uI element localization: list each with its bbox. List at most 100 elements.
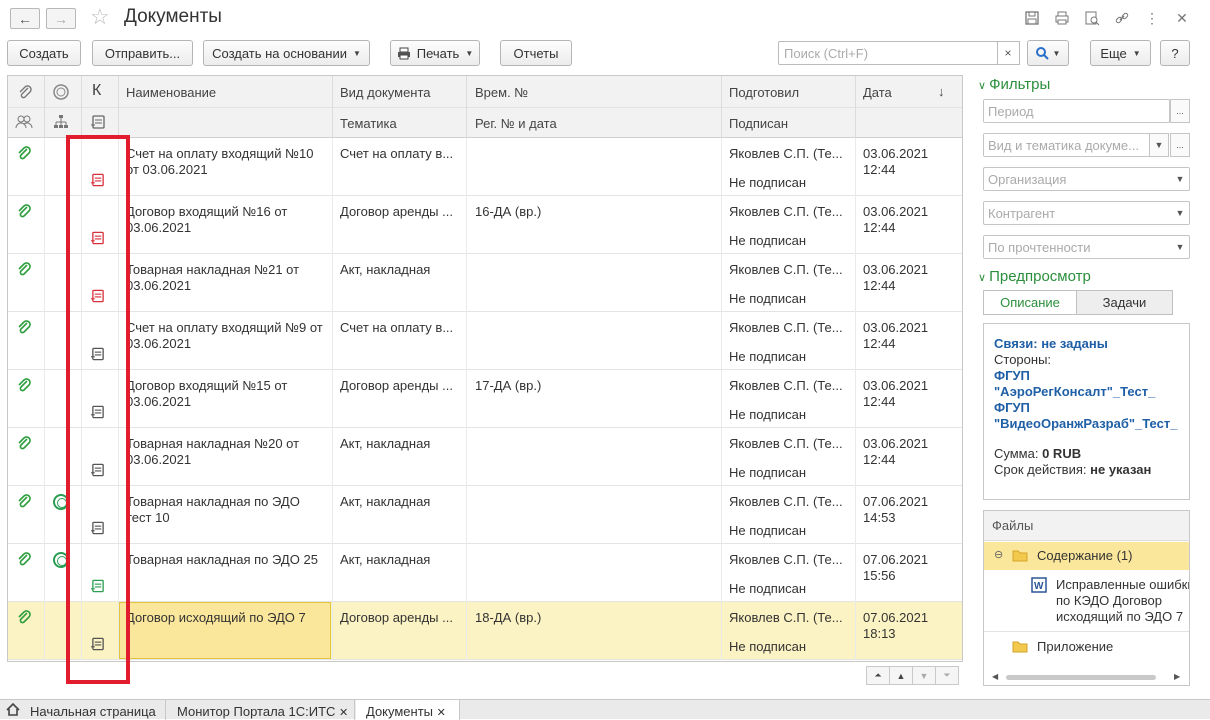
- read-status-filter[interactable]: По прочтенности: [983, 235, 1190, 259]
- prepared-by: Яковлев С.П. (Те...: [729, 436, 843, 451]
- organization-filter[interactable]: Организация: [983, 167, 1190, 191]
- document-column-icon[interactable]: [91, 115, 106, 129]
- party2-line2[interactable]: "ВидеоОранжРазраб"_Тест_: [994, 416, 1179, 432]
- chevron-down-icon[interactable]: ▼: [1170, 167, 1190, 191]
- table-row[interactable]: Счет на оплату входящий №9 от 03.06.2021…: [8, 312, 962, 370]
- print-button[interactable]: Печать ▼: [390, 40, 480, 66]
- table-row[interactable]: Договор входящий №15 от 03.06.2021 Догово…: [8, 370, 962, 428]
- forward-button[interactable]: →: [46, 8, 76, 29]
- tab-documents[interactable]: Документы ✕: [356, 700, 460, 720]
- chevron-down-icon[interactable]: ▼: [1170, 201, 1190, 225]
- prepared-by: Яковлев С.П. (Те...: [729, 494, 843, 509]
- save-icon[interactable]: [1022, 8, 1042, 28]
- next-page-button[interactable]: ▼: [912, 666, 936, 685]
- temp-number: 18-ДА (вр.): [475, 610, 542, 625]
- doc-type: Договор аренды ...: [340, 204, 453, 219]
- tab-monitor[interactable]: Монитор Портала 1С:ИТС ✕: [167, 700, 355, 720]
- regnum-column-header[interactable]: Рег. № и дата: [475, 116, 557, 131]
- last-page-button[interactable]: ⏷: [935, 666, 959, 685]
- doctype-dropdown-button[interactable]: ▼: [1149, 133, 1169, 157]
- doc-name: Товарная накладная по ЭДО тест 10: [126, 494, 300, 525]
- doc-time: 12:44: [863, 336, 896, 351]
- doctype-select-button[interactable]: ...: [1170, 133, 1190, 157]
- period-placeholder: Период: [988, 104, 1034, 119]
- signed-column-header[interactable]: Подписан: [729, 116, 788, 131]
- tab-tasks[interactable]: Задачи: [1076, 290, 1173, 315]
- link-icon[interactable]: [1112, 8, 1132, 28]
- topic-column-header[interactable]: Тематика: [340, 116, 397, 131]
- tempnum-column-header[interactable]: Врем. №: [475, 85, 528, 100]
- hierarchy-icon[interactable]: [53, 114, 69, 130]
- party1-line1[interactable]: ФГУП: [994, 368, 1179, 384]
- more-button[interactable]: Еще ▼: [1090, 40, 1151, 66]
- tab-home[interactable]: Начальная страница: [0, 700, 166, 720]
- table-row[interactable]: Товарная накладная №20 от 03.06.2021 Акт,…: [8, 428, 962, 486]
- table-row[interactable]: Счет на оплату входящий №10 от 03.06.202…: [8, 138, 962, 196]
- status-column-icon[interactable]: [53, 84, 69, 100]
- close-icon[interactable]: ✕: [339, 707, 348, 719]
- back-button[interactable]: ←: [10, 8, 40, 29]
- table-row[interactable]: Товарная накладная №21 от 03.06.2021 Акт,…: [8, 254, 962, 312]
- create-based-button[interactable]: Создать на основании ▼: [203, 40, 370, 66]
- tab-tasks-label: Задачи: [1102, 295, 1147, 310]
- table-row[interactable]: Договор исходящий по ЭДО 7 Договор аренды…: [8, 602, 962, 660]
- bottom-tab-bar: Начальная страница Монитор Портала 1С:ИТ…: [0, 699, 1210, 720]
- party2-line1[interactable]: ФГУП: [994, 400, 1179, 416]
- signed-status: Не подписан: [729, 465, 807, 480]
- sort-arrow-icon[interactable]: ↓: [938, 84, 945, 99]
- create-button[interactable]: Создать: [7, 40, 81, 66]
- horizontal-scrollbar[interactable]: [1006, 675, 1156, 680]
- clear-search-button[interactable]: ×: [997, 41, 1020, 65]
- scroll-left-icon[interactable]: ◀: [992, 672, 998, 681]
- table-row[interactable]: Товарная накладная по ЭДО тест 10 Акт, на…: [8, 486, 962, 544]
- close-icon[interactable]: ✕: [1172, 8, 1192, 28]
- attachment-column-icon[interactable]: [17, 84, 33, 100]
- signed-status: Не подписан: [729, 349, 807, 364]
- chevron-down-icon[interactable]: ▼: [1170, 235, 1190, 259]
- date-column-header[interactable]: Дата: [863, 85, 892, 100]
- send-button[interactable]: Отправить...: [92, 40, 193, 66]
- doctype-column-header[interactable]: Вид документа: [340, 85, 431, 100]
- search-input[interactable]: Поиск (Ctrl+F): [778, 41, 998, 65]
- period-select-button[interactable]: ...: [1170, 99, 1190, 123]
- prepared-column-header[interactable]: Подготовил: [729, 85, 799, 100]
- signed-status: Не подписан: [729, 233, 807, 248]
- prev-page-button[interactable]: ▲: [889, 666, 913, 685]
- temp-number: 17-ДА (вр.): [475, 378, 542, 393]
- close-icon[interactable]: ✕: [437, 707, 446, 719]
- appendix-folder-label[interactable]: Приложение: [1037, 639, 1113, 654]
- party1-line2[interactable]: "АэроРегКонсалт"_Тест_: [994, 384, 1179, 400]
- documents-table: К Наименование Вид документа Врем. № Под…: [7, 75, 963, 662]
- scroll-right-icon[interactable]: ▶: [1174, 672, 1180, 681]
- table-row[interactable]: Товарная накладная по ЭДО 25 Акт, накладн…: [8, 544, 962, 602]
- doctype-filter[interactable]: Вид и тематика докуме...: [983, 133, 1150, 157]
- print-icon[interactable]: [1052, 8, 1072, 28]
- search-button[interactable]: ▼: [1027, 40, 1069, 66]
- doc-name: Договор входящий №16 от 03.06.2021: [126, 204, 288, 235]
- users-icon[interactable]: [15, 114, 33, 130]
- first-page-button[interactable]: ⏶: [866, 666, 890, 685]
- chevron-down-icon: ▼: [1132, 48, 1141, 58]
- filters-section-title[interactable]: ∨ Фильтры: [978, 76, 1050, 93]
- table-row[interactable]: Договор входящий №16 от 03.06.2021 Догово…: [8, 196, 962, 254]
- reports-button[interactable]: Отчеты: [500, 40, 572, 66]
- k-column-header[interactable]: К: [92, 82, 101, 100]
- signed-status: Не подписан: [729, 407, 807, 422]
- tab-description[interactable]: Описание: [983, 290, 1077, 315]
- preview-section-title[interactable]: ∨ Предпросмотр: [978, 268, 1091, 285]
- name-column-header[interactable]: Наименование: [126, 85, 216, 100]
- contractor-filter[interactable]: Контрагент: [983, 201, 1190, 225]
- file-item[interactable]: Исправленные ошибки по КЭДО Договор исхо…: [1056, 577, 1189, 625]
- period-field[interactable]: Период: [983, 99, 1170, 123]
- links-link[interactable]: Связи: не заданы: [994, 336, 1179, 352]
- more-vertical-icon[interactable]: ⋮: [1142, 8, 1162, 28]
- search-icon: [1035, 46, 1049, 60]
- doc-name: Товарная накладная №20 от 03.06.2021: [126, 436, 300, 467]
- doc-date: 03.06.2021: [863, 378, 929, 393]
- more-label: Еще: [1100, 45, 1127, 61]
- favorite-star-icon[interactable]: ☆: [90, 4, 110, 30]
- help-button[interactable]: ?: [1160, 40, 1190, 66]
- preview-icon[interactable]: [1082, 8, 1102, 28]
- doc-name: Счет на оплату входящий №10 от 03.06.202…: [126, 146, 314, 177]
- collapse-icon[interactable]: ⊖: [994, 548, 1003, 561]
